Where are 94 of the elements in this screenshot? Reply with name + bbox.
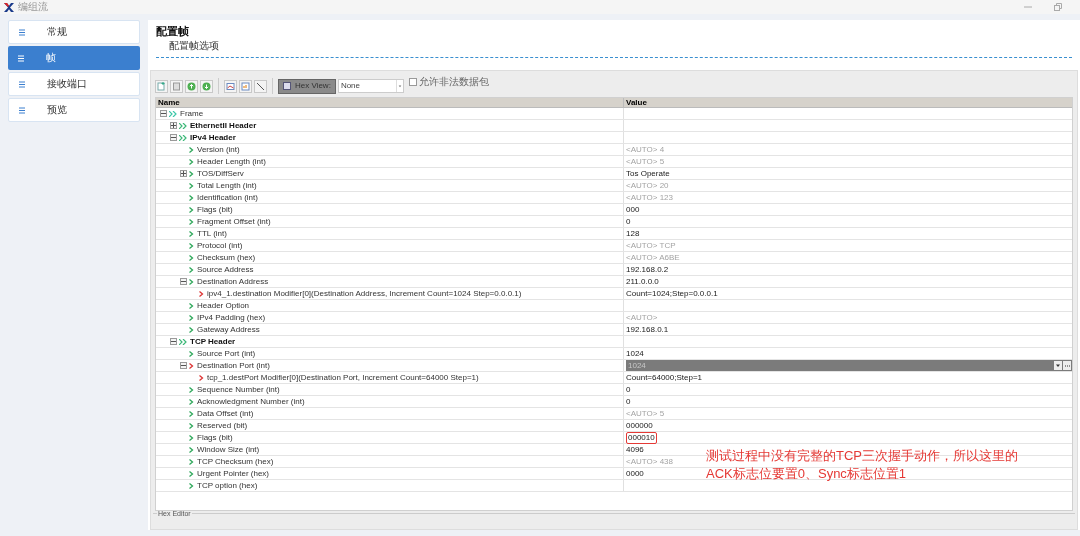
- field-name[interactable]: TCP option (hex): [197, 481, 258, 490]
- field-name[interactable]: Window Size (int): [197, 445, 260, 454]
- field-value: 128: [626, 229, 640, 238]
- field-value: <AUTO> 5: [626, 157, 665, 166]
- field-value: 000: [626, 205, 640, 214]
- sidebar-item[interactable]: 常规: [8, 20, 140, 44]
- line-tool-icon[interactable]: [254, 79, 267, 93]
- dropdown-arrow-icon: [395, 80, 403, 92]
- expand-toggle[interactable]: [170, 122, 177, 129]
- field-name[interactable]: Header Option: [197, 301, 250, 310]
- field-name[interactable]: IPv4 Padding (hex): [197, 313, 266, 322]
- field-name[interactable]: TCP Header: [190, 337, 236, 346]
- checkbox[interactable]: [408, 78, 417, 86]
- collapse-toggle[interactable]: [170, 338, 177, 345]
- field-name[interactable]: TCP Checksum (hex): [197, 457, 274, 466]
- field-name[interactable]: Fragment Offset (int): [197, 217, 271, 226]
- annotation-text: 测试过程中没有完整的TCP三次握手动作，所以这里的ACK标志位要置0、Sync标志位置1: [706, 447, 1019, 483]
- field-name[interactable]: ipv4_1.destination Modifier[0](Destination Address, Increment Count=1024 Step=0.0.0.1): [207, 289, 522, 298]
- hex-view-button[interactable]: Hex View:: [278, 78, 336, 94]
- hex-view-select[interactable]: None: [337, 79, 404, 93]
- field-value: 000000: [626, 421, 653, 430]
- down-circle-icon[interactable]: [200, 79, 213, 93]
- document-icon[interactable]: [170, 79, 183, 93]
- app-logo-icon: [4, 2, 14, 12]
- field-name[interactable]: Data Offset (int): [197, 409, 254, 418]
- field-name[interactable]: Total Length (int): [197, 181, 257, 190]
- field-value: 211.0.0.0: [626, 277, 659, 286]
- double-chevron-icon: [179, 122, 188, 129]
- list-icon: [19, 28, 25, 36]
- field-name[interactable]: Source Port (int): [197, 349, 256, 358]
- grid-icon: [283, 82, 291, 90]
- field-value: 0: [626, 217, 631, 226]
- field-name[interactable]: TTL (int): [197, 229, 227, 238]
- list-icon: [19, 106, 25, 114]
- field-name[interactable]: Flags (bit): [197, 433, 233, 442]
- field-value: <AUTO> 4: [626, 145, 665, 154]
- field-value: <AUTO> 5: [626, 409, 665, 418]
- expand-toggle[interactable]: [180, 170, 187, 177]
- field-value: 000010: [626, 431, 657, 444]
- double-chevron-icon: [179, 338, 188, 345]
- field-name[interactable]: Urgent Pointer (hex): [197, 469, 270, 478]
- field-value: <AUTO> 20: [626, 181, 669, 190]
- field-name[interactable]: Reserved (bit): [197, 421, 248, 430]
- field-value: 0: [626, 385, 631, 394]
- field-name[interactable]: EthernetII Header: [190, 121, 257, 130]
- collapse-toggle[interactable]: [180, 362, 187, 369]
- field-value: <AUTO>: [626, 313, 658, 322]
- field-name[interactable]: Frame: [180, 109, 204, 118]
- add-icon[interactable]: [155, 79, 168, 93]
- image-icon[interactable]: [224, 79, 237, 93]
- field-name[interactable]: Source Address: [197, 265, 254, 274]
- double-chevron-icon: [179, 134, 188, 141]
- field-name[interactable]: Gateway Address: [197, 325, 260, 334]
- collapse-toggle[interactable]: [170, 134, 177, 141]
- window-title: 编组流: [18, 2, 48, 12]
- column-header[interactable]: Value: [624, 98, 1072, 107]
- sidebar-item[interactable]: 接收端口: [8, 72, 140, 96]
- dropdown-arrow-icon[interactable]: [1054, 361, 1062, 370]
- field-value: Count=1024;Step=0.0.0.1: [626, 289, 718, 298]
- checkbox-label: 允许非法数据包: [418, 77, 489, 87]
- field-name[interactable]: Sequence Number (int): [197, 385, 280, 394]
- list-icon: [18, 54, 24, 62]
- field-name[interactable]: Flags (bit): [197, 205, 233, 214]
- double-chevron-icon: [169, 110, 178, 117]
- field-name[interactable]: Checksum (hex): [197, 253, 256, 262]
- field-name[interactable]: Protocol (int): [197, 241, 243, 250]
- field-value: Count=64000;Step=1: [626, 373, 703, 382]
- field-name[interactable]: Destination Address: [197, 277, 269, 286]
- up-circle-icon[interactable]: [185, 79, 198, 93]
- field-value: 0: [626, 397, 631, 406]
- restore-icon[interactable]: [1054, 3, 1062, 11]
- collapse-toggle[interactable]: [180, 278, 187, 285]
- field-name[interactable]: TOS/DiffServ: [197, 169, 244, 178]
- page-subtitle: 配置帧选项: [169, 41, 220, 51]
- field-name[interactable]: Version (int): [197, 145, 240, 154]
- list-icon: [19, 80, 25, 88]
- column-header[interactable]: Name: [156, 98, 624, 107]
- field-value: 192.168.0.2: [626, 265, 669, 274]
- sidebar-item[interactable]: 预览: [8, 98, 140, 122]
- field-name[interactable]: tcp_1.destPort Modifier[0](Destination Port, Increment Count=64000 Step=1): [207, 373, 479, 382]
- field-value: 1024: [626, 349, 644, 358]
- field-value: 4096: [626, 445, 644, 454]
- field-name[interactable]: Header Length (int): [197, 157, 266, 166]
- field-name[interactable]: Acknowledgment Number (int): [197, 397, 305, 406]
- field-name[interactable]: Destination Port (int): [197, 361, 270, 370]
- page-title: 配置帧: [156, 26, 190, 37]
- collapse-toggle[interactable]: [160, 110, 167, 117]
- field-name[interactable]: IPv4 Header: [190, 133, 236, 142]
- more-icon[interactable]: [1063, 361, 1071, 370]
- field-value: Tos Operate: [626, 169, 670, 178]
- sidebar-item[interactable]: 帧: [8, 46, 140, 70]
- field-value: 0000: [626, 469, 644, 478]
- field-name[interactable]: Identification (int): [197, 193, 258, 202]
- field-value: 192.168.0.1: [626, 325, 669, 334]
